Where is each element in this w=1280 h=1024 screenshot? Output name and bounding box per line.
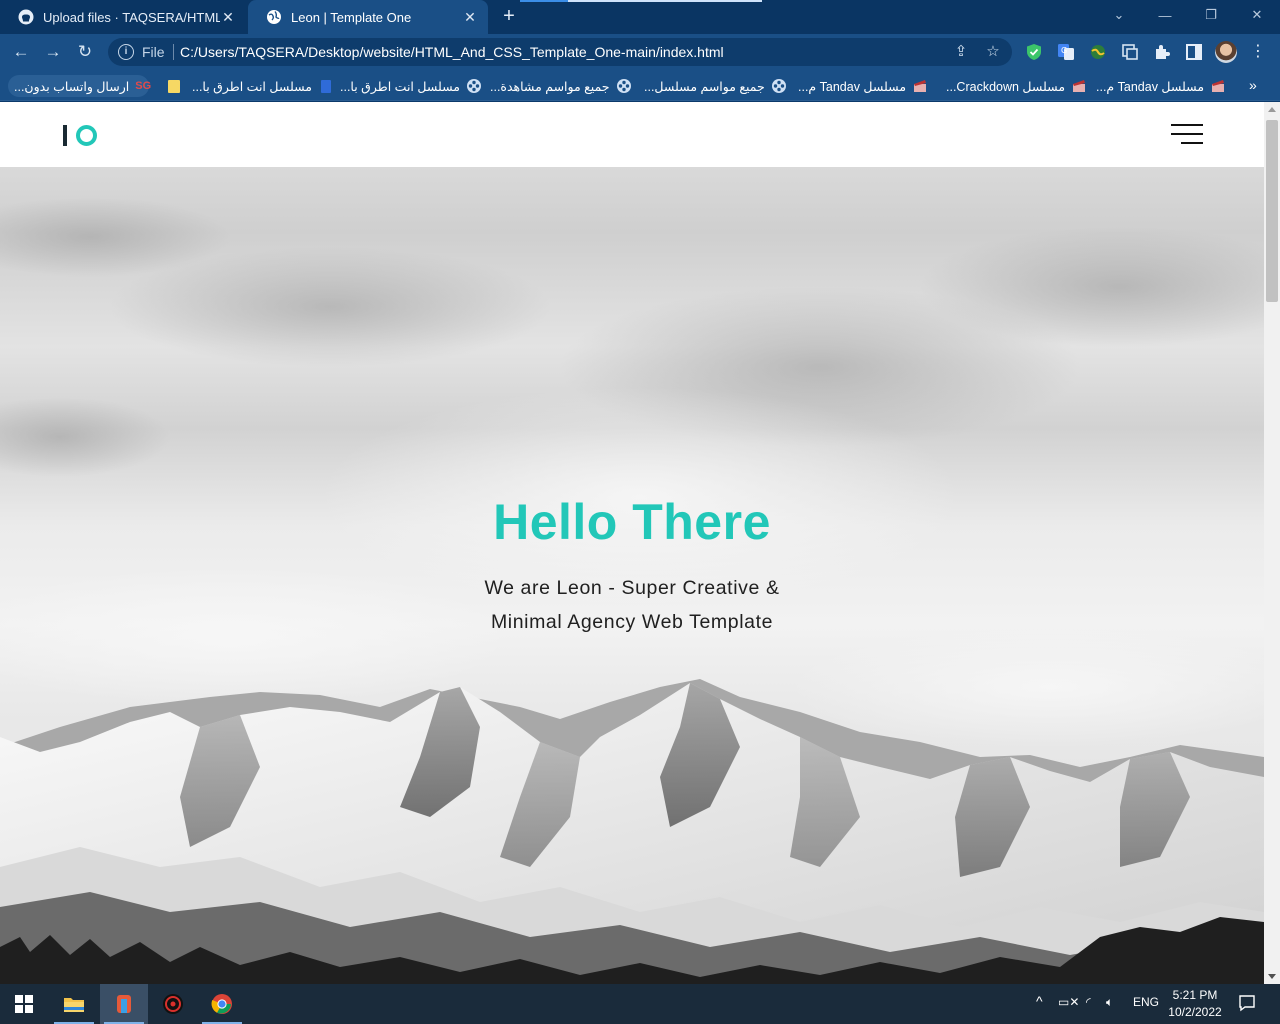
extensions-puzzle-icon[interactable] — [1152, 42, 1172, 62]
hero-section: Hello There We are Leon - Super Creative… — [0, 167, 1264, 984]
volume-icon[interactable]: 🔈︎ — [1106, 995, 1113, 1010]
forward-button[interactable]: → — [40, 39, 66, 65]
scheme-label: File — [142, 44, 165, 60]
scroll-thumb[interactable] — [1266, 120, 1278, 302]
menu-hamburger-icon[interactable] — [1171, 124, 1203, 144]
bookmark-label: مسلسل انت اطرق با... — [340, 79, 460, 94]
globe-icon — [267, 10, 281, 24]
wifi-icon[interactable]: ◜ — [1086, 995, 1091, 1009]
bookmark-label: مسلسل Crackdown... — [946, 79, 1066, 94]
svg-text:G: G — [1061, 46, 1067, 55]
tab-title: Upload files · TAQSERA/HTML_An — [43, 9, 220, 25]
clapper-icon — [912, 78, 928, 94]
translate-icon[interactable]: G — [1056, 42, 1076, 62]
share-icon[interactable]: ⇪ — [952, 43, 970, 61]
clock-time: 5:21 PM — [1172, 988, 1218, 1002]
bookmark-item[interactable]: جميع مواسم مشاهدة... — [490, 75, 632, 97]
bookmark-item[interactable]: SG ارسال واتساب بدون... — [14, 75, 151, 97]
bookmark-label: ارسال واتساب بدون... — [14, 79, 130, 94]
restore-button[interactable]: ❐ — [1188, 0, 1234, 30]
language-indicator[interactable]: ENG — [1133, 995, 1159, 1009]
tab-strip: Upload files · TAQSERA/HTML_An ✕ Leon | … — [0, 0, 1280, 34]
antivirus-icon[interactable] — [149, 984, 197, 1024]
site-info-icon[interactable]: i — [118, 44, 134, 60]
logo-ring — [76, 124, 97, 146]
github-icon — [18, 9, 34, 25]
loading-indicator — [520, 0, 762, 2]
close-tab-icon[interactable]: ✕ — [220, 9, 236, 25]
url-text[interactable]: C:/Users/TAQSERA/Desktop/website/HTML_An… — [180, 44, 724, 60]
bookmark-star-icon[interactable]: ☆ — [984, 43, 1002, 61]
battery-icon[interactable]: ▭✕ — [1058, 995, 1079, 1009]
more-bookmarks-button[interactable]: » — [1249, 77, 1257, 93]
address-bar[interactable]: i File C:/Users/TAQSERA/Desktop/website/… — [108, 38, 1012, 66]
tab-search-icon[interactable]: ⌄ — [1096, 0, 1142, 30]
folder-icon — [166, 78, 182, 94]
close-window-button[interactable]: ✕ — [1234, 0, 1280, 30]
back-button[interactable]: ← — [8, 39, 34, 65]
bookmark-item[interactable]: مسلسل Tandav م... — [1096, 75, 1226, 97]
film-reel-icon — [616, 78, 632, 94]
bookmarks-bar: SG ارسال واتساب بدون... مسلسل انت اطرق ب… — [0, 70, 1280, 101]
film-reel-icon — [771, 78, 787, 94]
logo-bar — [63, 124, 67, 146]
bookmark-label: جميع مواسم مسلسل... — [644, 79, 765, 94]
bookmark-label: مسلسل انت اطرق با... — [192, 79, 312, 94]
start-icon[interactable] — [0, 984, 48, 1024]
hero-subtitle-line-2: Minimal Agency Web Template — [490, 611, 774, 633]
browser-toolbar: ← → ↻ i File C:/Users/TAQSERA/Desktop/we… — [0, 34, 1280, 70]
sg-icon: SG — [135, 80, 152, 92]
tab-leon-template[interactable]: Leon | Template One ✕ — [248, 0, 488, 34]
bookmark-label: مسلسل Tandav م... — [798, 79, 907, 94]
windows-taskbar: ^ ▭✕ ◜ 🔈︎ ENG 5:21 PM 10/2/2022 — [0, 984, 1280, 1024]
system-clock[interactable]: 5:21 PM 10/2/2022 — [1160, 987, 1230, 1021]
doc-icon — [318, 78, 334, 94]
side-panel-icon[interactable] — [1184, 42, 1204, 62]
profile-avatar[interactable] — [1215, 41, 1237, 63]
clapper-icon — [1071, 78, 1087, 94]
show-hidden-icons-chevron[interactable]: ^ — [1036, 993, 1043, 1009]
clock-date: 10/2/2022 — [1168, 1005, 1222, 1019]
hero-subtitle: We are Leon - Super Creative & Minimal A… — [0, 571, 1264, 639]
adblock-shield-icon[interactable] — [1024, 42, 1044, 62]
tab-upload-files[interactable]: Upload files · TAQSERA/HTML_An ✕ — [0, 0, 246, 34]
notification-center-icon[interactable] — [1238, 994, 1256, 1015]
chrome-icon[interactable] — [198, 984, 246, 1024]
scroll-down-arrow-icon[interactable] — [1268, 974, 1276, 979]
bookmark-item[interactable]: مسلسل Crackdown... — [946, 75, 1087, 97]
site-logo[interactable] — [63, 122, 97, 148]
hero-title: Hello There — [493, 494, 771, 550]
minimize-button[interactable]: — — [1142, 0, 1188, 30]
new-tab-button[interactable]: + — [497, 5, 521, 29]
bookmark-item[interactable]: مسلسل Tandav م... — [798, 75, 928, 97]
bookmark-item[interactable]: مسلسل انت اطرق با... — [340, 75, 482, 97]
menu-dots-icon[interactable]: ⋮ — [1250, 42, 1266, 62]
bookmark-item[interactable] — [160, 75, 182, 97]
bookmark-item[interactable]: مسلسل انت اطرق با... — [192, 75, 334, 97]
app-icon[interactable] — [100, 984, 148, 1024]
bookmark-item[interactable]: جميع مواسم مسلسل... — [644, 75, 787, 97]
page-viewport: Hello There We are Leon - Super Creative… — [0, 102, 1264, 984]
close-tab-icon[interactable]: ✕ — [462, 9, 478, 25]
bookmark-label: جميع مواسم مشاهدة... — [490, 79, 610, 94]
reload-button[interactable]: ↻ — [72, 39, 98, 65]
site-header — [0, 102, 1264, 167]
tab-title: Leon | Template One — [291, 9, 412, 25]
hero-subtitle-line-1: We are Leon - Super Creative & — [484, 577, 780, 599]
film-reel-icon — [466, 78, 482, 94]
clapper-icon — [1210, 78, 1226, 94]
file-explorer-icon[interactable] — [50, 984, 98, 1024]
bookmark-label: مسلسل Tandav م... — [1096, 79, 1205, 94]
screen-capture-icon[interactable] — [1120, 42, 1140, 62]
scroll-up-arrow-icon[interactable] — [1268, 107, 1276, 112]
page-scrollbar[interactable] — [1264, 102, 1280, 984]
earth-extension-icon[interactable] — [1088, 42, 1108, 62]
